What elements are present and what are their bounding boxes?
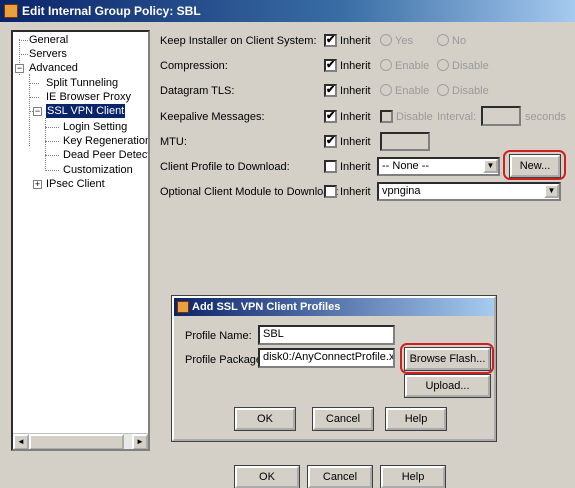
enable-label: Enable (395, 85, 430, 97)
seconds-label: seconds (525, 111, 566, 123)
profile-package-label: Profile Package: (185, 354, 266, 366)
profile-name-label: Profile Name: (185, 330, 252, 342)
mtu-label: MTU: (160, 136, 187, 148)
interval-label: Interval: (437, 111, 477, 123)
tree-item-ipsec-client[interactable]: IPsec Client (46, 177, 105, 191)
datagram-tls-disable-radio[interactable] (437, 84, 449, 96)
client-profile-dropdown[interactable]: -- None -- ▼ (377, 157, 500, 176)
dropdown-arrow-icon[interactable]: ▼ (483, 159, 498, 173)
dialog-title: Add SSL VPN Client Profiles (192, 301, 341, 313)
tree-item-key-regeneration[interactable]: Key Regeneration (63, 134, 148, 148)
tree-item-general[interactable]: General (29, 33, 68, 47)
app-icon (4, 4, 18, 18)
client-module-dropdown[interactable]: vpngina ▼ (377, 182, 561, 201)
enable-label: Enable (395, 60, 430, 72)
disable-label: Disable (452, 85, 489, 97)
scroll-left-icon[interactable]: ◄ (13, 434, 29, 449)
new-button-highlight (503, 150, 566, 180)
collapse-icon[interactable]: − (33, 107, 42, 116)
client-profile-value: -- None -- (382, 160, 430, 172)
scroll-thumb[interactable] (29, 434, 124, 449)
browse-button-highlight (400, 343, 494, 374)
inherit-label: Inherit (340, 136, 371, 148)
cancel-button[interactable]: Cancel (307, 465, 373, 488)
inherit-label: Inherit (340, 60, 371, 72)
tree-item-dead-peer-detection[interactable]: Dead Peer Detecti (63, 148, 148, 162)
keepalive-disable-checkbox[interactable] (380, 110, 393, 123)
tree-item-split-tunneling[interactable]: Split Tunneling (46, 76, 118, 90)
datagram-tls-label: Datagram TLS: (160, 85, 235, 97)
client-profile-inherit-checkbox[interactable] (324, 160, 337, 173)
dialog-ok-button[interactable]: OK (234, 407, 296, 431)
tree-item-ssl-vpn-client[interactable]: SSL VPN Client (46, 104, 126, 118)
navigation-tree[interactable]: General Servers − Advanced Split Tunneli… (11, 30, 150, 451)
compression-inherit-checkbox[interactable]: ✔ (324, 59, 337, 72)
client-module-label: Optional Client Module to Download: (160, 186, 339, 198)
keep-installer-inherit-checkbox[interactable]: ✔ (324, 34, 337, 47)
inherit-label: Inherit (340, 85, 371, 97)
compression-enable-radio[interactable] (380, 59, 392, 71)
profile-name-input[interactable]: SBL (258, 325, 395, 345)
dialog-icon (177, 301, 189, 313)
window-title-bar[interactable]: Edit Internal Group Policy: SBL (0, 0, 575, 22)
keepalive-label: Keepalive Messages: (160, 111, 265, 123)
compression-disable-radio[interactable] (437, 59, 449, 71)
upload-button[interactable]: Upload... (404, 374, 491, 398)
datagram-tls-enable-radio[interactable] (380, 84, 392, 96)
collapse-icon[interactable]: − (15, 64, 24, 73)
client-profile-label: Client Profile to Download: (160, 161, 290, 173)
profile-package-input[interactable]: disk0:/AnyConnectProfile.xml (258, 348, 395, 368)
no-label: No (452, 35, 467, 47)
datagram-tls-inherit-checkbox[interactable]: ✔ (324, 84, 337, 97)
inherit-label: Inherit (340, 111, 371, 123)
horizontal-scrollbar[interactable]: ◄ ► (13, 433, 148, 449)
expand-icon[interactable]: + (33, 180, 42, 189)
client-module-value: vpngina (382, 185, 421, 197)
help-button[interactable]: Help (380, 465, 446, 488)
client-module-inherit-checkbox[interactable] (324, 185, 337, 198)
dialog-help-button[interactable]: Help (385, 407, 447, 431)
yes-label: Yes (395, 35, 413, 47)
keep-installer-label: Keep Installer on Client System: (160, 35, 317, 47)
dialog-cancel-button[interactable]: Cancel (312, 407, 374, 431)
inherit-label: Inherit (340, 35, 371, 47)
keep-installer-yes-radio[interactable] (380, 34, 392, 46)
scroll-right-icon[interactable]: ► (132, 434, 148, 449)
tree-item-servers[interactable]: Servers (29, 47, 67, 61)
compression-label: Compression: (160, 60, 228, 72)
tree-item-customization[interactable]: Customization (63, 163, 133, 177)
add-profile-dialog: Add SSL VPN Client Profiles Profile Name… (171, 295, 497, 442)
window-title: Edit Internal Group Policy: SBL (22, 4, 201, 18)
disable-label: Disable (396, 111, 433, 123)
keep-installer-no-radio[interactable] (437, 34, 449, 46)
tree-item-ie-browser-proxy[interactable]: IE Browser Proxy (46, 90, 131, 104)
mtu-inherit-checkbox[interactable]: ✔ (324, 135, 337, 148)
keepalive-inherit-checkbox[interactable]: ✔ (324, 110, 337, 123)
tree-item-advanced[interactable]: Advanced (29, 61, 78, 75)
interval-input[interactable] (481, 106, 521, 126)
inherit-label: Inherit (340, 186, 371, 198)
inherit-label: Inherit (340, 161, 371, 173)
tree-item-login-setting[interactable]: Login Setting (63, 120, 127, 134)
dropdown-arrow-icon[interactable]: ▼ (544, 184, 559, 198)
mtu-input[interactable] (380, 132, 430, 151)
dialog-title-bar[interactable]: Add SSL VPN Client Profiles (174, 298, 494, 316)
ok-button[interactable]: OK (234, 465, 300, 488)
disable-label: Disable (452, 60, 489, 72)
